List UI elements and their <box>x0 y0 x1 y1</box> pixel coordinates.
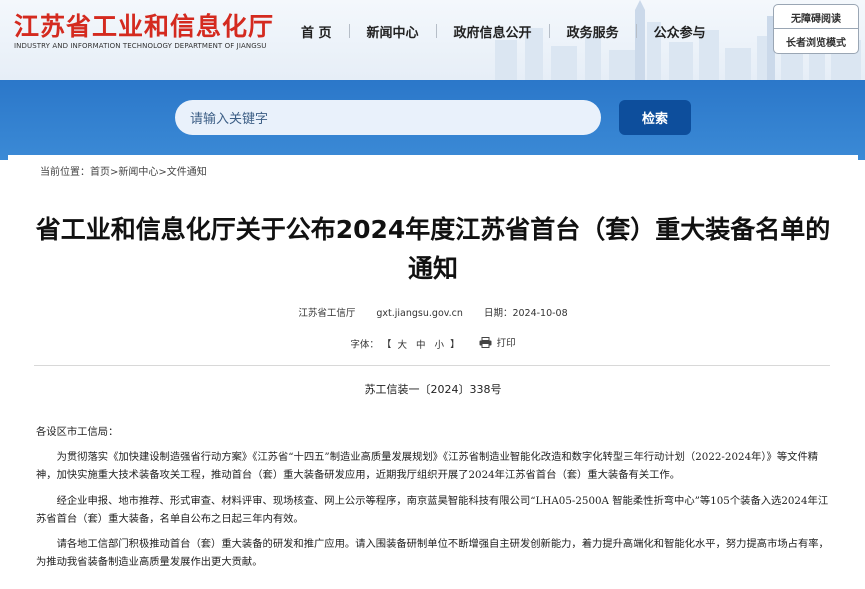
breadcrumb-news-link[interactable]: 新闻中心 <box>118 167 158 178</box>
document-number: 苏工信装一〔2024〕338号 <box>364 383 502 396</box>
article-source: 江苏省工信厅 <box>298 308 356 319</box>
main-nav: 首 页 新闻中心 政府信息公开 政务服务 公众参与 <box>284 20 723 42</box>
search-button[interactable]: 检索 <box>619 100 691 135</box>
article-paragraph: 为贯彻落实《加快建设制造强省行动方案》《江苏省“十四五”制造业高质量发展规划》《… <box>36 451 819 482</box>
site-logo-subtitle: INDUSTRY AND INFORMATION TECHNOLOGY DEPA… <box>14 42 267 50</box>
breadcrumb-home-link[interactable]: 首页 <box>90 167 110 178</box>
nav-item-services[interactable]: 政务服务 <box>550 22 636 41</box>
accessibility-button[interactable]: 无障碍阅读 <box>773 4 859 30</box>
breadcrumb-current-link[interactable]: 文件通知 <box>167 167 207 178</box>
article-paragraph: 请各地工信部门积极推动首台（套）重大装备的研发和推广应用。请入围装备研制单位不断… <box>36 538 829 569</box>
site-logo-title[interactable]: 江苏省工业和信息化厅 <box>14 7 274 43</box>
site-header: 江苏省工业和信息化厅 INDUSTRY AND INFORMATION TECH… <box>0 0 865 80</box>
breadcrumb: 当前位置：首页>新闻中心>文件通知 <box>40 163 207 178</box>
print-button[interactable]: 打印 <box>479 335 516 349</box>
font-large-option[interactable]: 大 <box>397 340 407 351</box>
article-title: 省工业和信息化厅关于公布2024年度江苏省首台（套）重大装备名单的通知 <box>35 215 831 283</box>
nav-item-gov-info[interactable]: 政府信息公开 <box>437 22 549 41</box>
article-date: 日期：2024-10-08 <box>483 308 568 319</box>
font-small-option[interactable]: 小 <box>435 340 445 351</box>
nav-item-news[interactable]: 新闻中心 <box>350 22 436 41</box>
nav-item-home[interactable]: 首 页 <box>284 22 349 41</box>
article-tools: 字体： 【 大 中 小 】 打印 <box>8 335 858 351</box>
article-salutation: 各设区市工信局： <box>36 426 119 438</box>
print-label: 打印 <box>496 338 516 349</box>
article-meta: 江苏省工信厅 gxt.jiangsu.gov.cn 日期：2024-10-08 <box>8 305 858 319</box>
article-site: gxt.jiangsu.gov.cn <box>376 308 463 319</box>
nav-item-participation[interactable]: 公众参与 <box>637 22 723 41</box>
breadcrumb-prefix: 当前位置： <box>40 167 90 178</box>
article-panel: 当前位置：首页>新闻中心>文件通知 省工业和信息化厅关于公布2024年度江苏省首… <box>8 155 858 589</box>
search-banner: 请输入关键字 检索 <box>0 80 865 160</box>
font-bracket-open: 【 <box>381 339 392 351</box>
meta-divider <box>34 365 830 366</box>
font-bracket-close: 】 <box>450 339 460 351</box>
article-paragraph: 经企业申报、地市推荐、形式审查、材料评审、现场核查、网上公示等程序，南京蓝昊智能… <box>36 494 829 525</box>
font-medium-option[interactable]: 中 <box>416 340 426 351</box>
font-size-label: 字体： <box>350 339 379 351</box>
breadcrumb-separator: > <box>158 167 167 178</box>
printer-icon <box>479 336 492 348</box>
article-body: 各设区市工信局： 为贯彻落实《加快建设制造强省行动方案》《江苏省“十四五”制造业… <box>36 423 831 578</box>
search-input[interactable]: 请输入关键字 <box>175 100 601 135</box>
elder-mode-button[interactable]: 长者浏览模式 <box>773 28 859 54</box>
